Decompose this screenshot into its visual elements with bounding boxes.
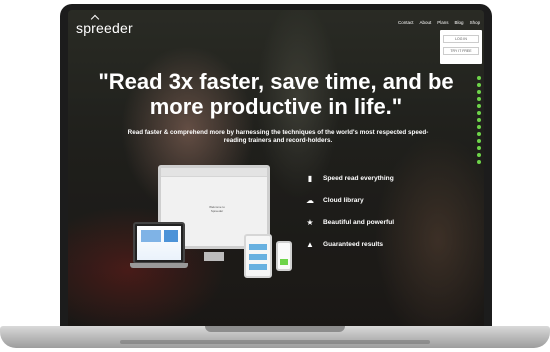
feature-item: ★ Beautiful and powerful: [303, 211, 463, 233]
slide-indicator: [477, 76, 483, 167]
slide-dot[interactable]: [477, 104, 481, 108]
laptop-mockup-screen: [137, 226, 181, 260]
laptop-mockup-base: [130, 263, 188, 268]
slide-dot[interactable]: [477, 83, 481, 87]
monitor-reading-text: Welcome to Spreeder: [209, 205, 225, 213]
feature-label: Guaranteed results: [323, 240, 384, 248]
phone-mockup: [276, 241, 292, 271]
feature-label: Beautiful and powerful: [323, 218, 395, 226]
login-dropdown: LOG IN TRY IT FREE: [440, 30, 482, 64]
nav-item-plans[interactable]: Plans: [437, 20, 448, 25]
login-button[interactable]: LOG IN: [443, 35, 479, 43]
slide-dot[interactable]: [477, 111, 481, 115]
slide-dot[interactable]: [477, 139, 481, 143]
slide-dot[interactable]: [477, 153, 481, 157]
laptop-frame: spreeder Contact About Plans Blog Shop L…: [0, 0, 550, 352]
slide-dot[interactable]: [477, 132, 481, 136]
laptop-shadow: [120, 340, 430, 344]
hero-headline: "Read 3x faster, save time, and be more …: [98, 69, 454, 119]
cloud-icon: ☁: [306, 195, 314, 205]
nav-item-contact[interactable]: Contact: [398, 20, 414, 25]
feature-item: ☁ Cloud library: [303, 189, 463, 211]
hero-subheadline: Read faster & comprehend more by harness…: [127, 129, 429, 144]
nav-item-blog[interactable]: Blog: [455, 20, 464, 25]
feature-item: ▲ Guaranteed results: [303, 233, 463, 255]
slide-dot[interactable]: [477, 76, 481, 80]
book-icon: ▮: [307, 173, 313, 183]
monitor-stand: [204, 252, 224, 261]
star-icon: ★: [306, 217, 314, 227]
laptop-mockup: [133, 222, 185, 264]
slide-dot[interactable]: [477, 97, 481, 101]
nav-item-shop[interactable]: Shop: [470, 20, 481, 25]
slide-dot[interactable]: [477, 160, 481, 164]
top-nav: Contact About Plans Blog Shop: [398, 20, 480, 25]
spreeder-logo[interactable]: spreeder: [76, 20, 133, 36]
slide-dot[interactable]: [477, 118, 481, 122]
nav-item-about[interactable]: About: [420, 20, 432, 25]
laptop-notch: [205, 326, 345, 332]
thumbs-up-icon: ▲: [306, 239, 314, 249]
slide-dot[interactable]: [477, 125, 481, 129]
feature-list: ▮ Speed read everything ☁ Cloud library …: [303, 167, 463, 255]
feature-label: Speed read everything: [323, 174, 394, 182]
try-free-button[interactable]: TRY IT FREE: [443, 47, 479, 55]
monitor-toolbar: [161, 168, 267, 177]
laptop-screen: spreeder Contact About Plans Blog Shop L…: [68, 10, 484, 327]
feature-label: Cloud library: [323, 196, 364, 204]
slide-dot[interactable]: [477, 90, 481, 94]
slide-dot[interactable]: [477, 146, 481, 150]
feature-item: ▮ Speed read everything: [303, 167, 463, 189]
tablet-mockup: [244, 234, 272, 278]
